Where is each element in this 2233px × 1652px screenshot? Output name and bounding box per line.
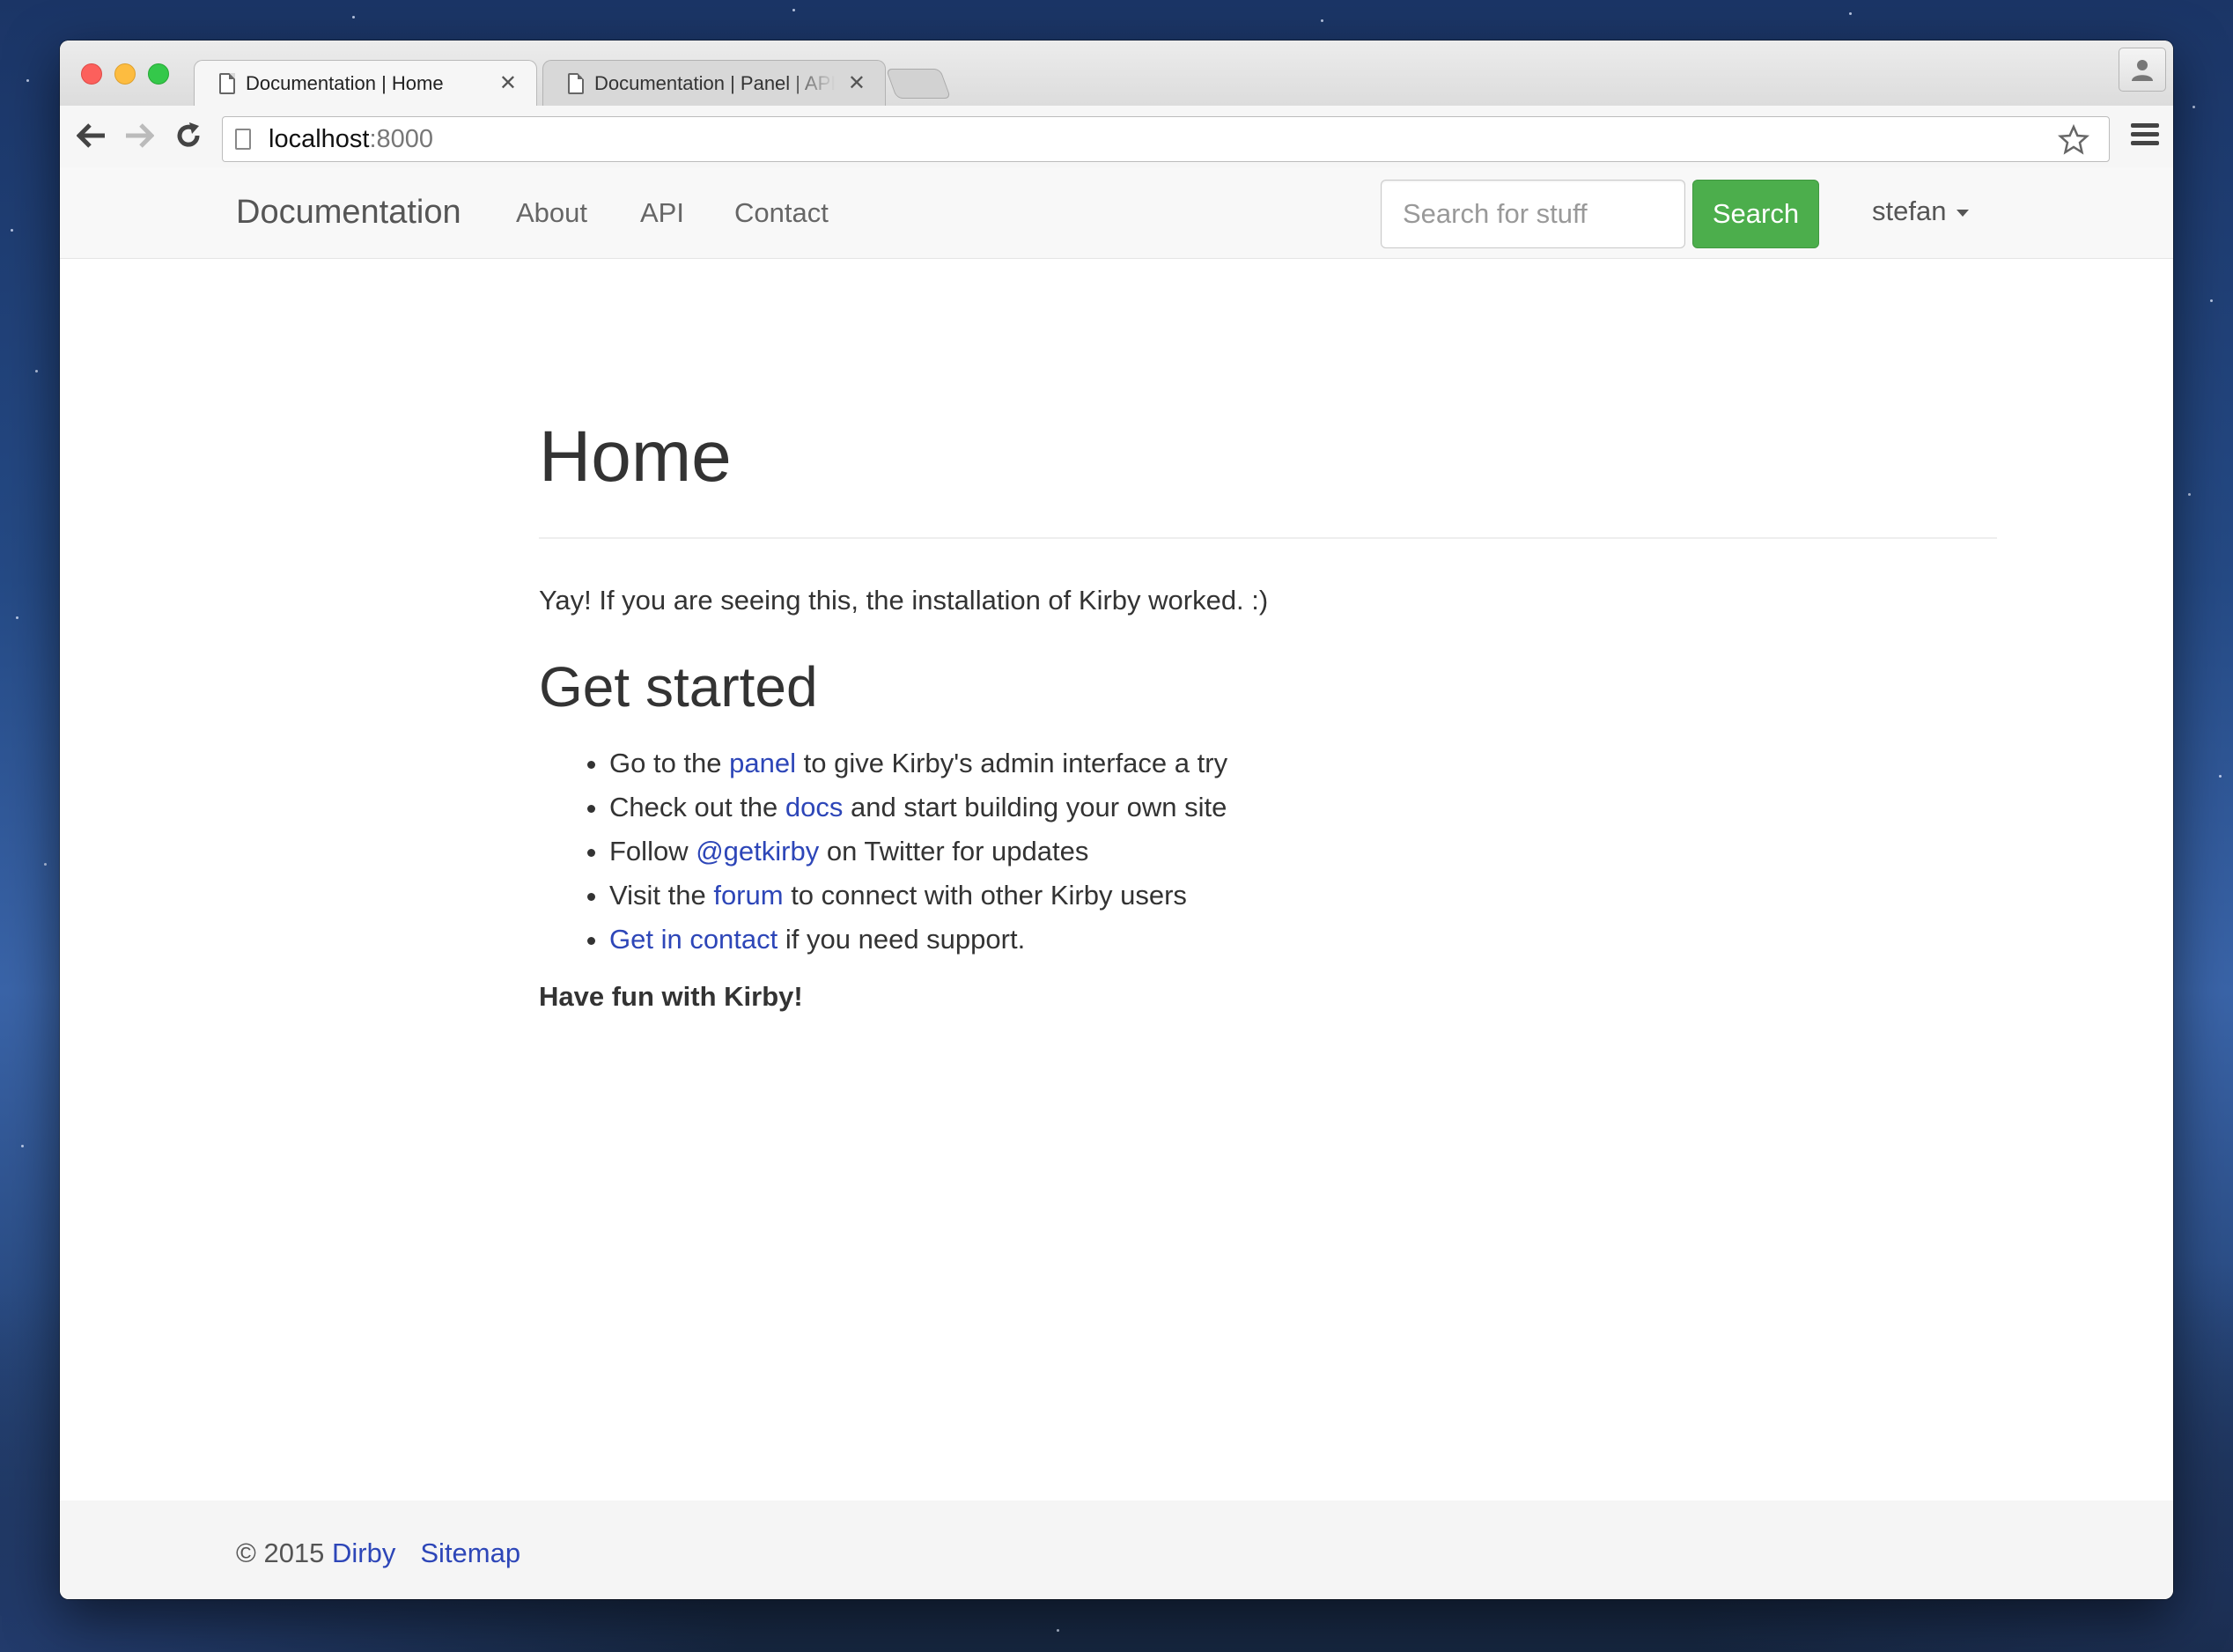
caret-down-icon: [1957, 210, 1970, 217]
twitter-link[interactable]: @getkirby: [696, 836, 819, 867]
page-title: Home: [539, 417, 732, 497]
intro-text: Yay! If you are seeing this, the install…: [539, 585, 1269, 616]
person-icon: [2132, 60, 2153, 81]
reload-icon: [177, 122, 200, 147]
forum-link[interactable]: forum: [713, 880, 783, 911]
hamburger-menu-icon[interactable]: [2131, 123, 2159, 150]
tab-title: Documentation | Panel | API: [594, 71, 836, 94]
list-item: Visit the forum to connect with other Ki…: [609, 874, 1997, 918]
title-divider: [539, 537, 1997, 539]
brand-link[interactable]: Documentation: [236, 194, 461, 232]
list-item: Check out the docs and start building yo…: [609, 785, 1997, 830]
zoom-window-button[interactable]: [148, 63, 169, 85]
url-host: localhost: [269, 124, 370, 153]
reload-button[interactable]: [169, 116, 208, 155]
tab-strip: Documentation | Home ✕ Documentation | P…: [60, 41, 2173, 106]
nav-link-about[interactable]: About: [516, 197, 587, 229]
closing-text: Have fun with Kirby!: [539, 981, 803, 1012]
copyright-text: © 2015: [236, 1538, 333, 1568]
tab-title: Documentation | Home: [246, 71, 444, 94]
search-input[interactable]: [1381, 180, 1685, 248]
sitemap-link[interactable]: Sitemap: [420, 1538, 520, 1569]
page-icon: [235, 129, 251, 150]
user-name: stefan: [1872, 195, 1947, 226]
search-button[interactable]: Search: [1692, 180, 1819, 248]
page-icon: [219, 72, 235, 94]
list-item: Get in contact if you need support.: [609, 918, 1997, 962]
dirby-link[interactable]: Dirby: [332, 1538, 395, 1569]
nav-link-contact[interactable]: Contact: [734, 197, 829, 229]
get-started-list: Go to the panel to give Kirby's admin in…: [539, 741, 1997, 962]
bookmark-star-icon[interactable]: [2057, 123, 2090, 160]
list-item: Go to the panel to give Kirby's admin in…: [609, 741, 1997, 785]
url-port: :8000: [369, 124, 434, 153]
minimize-window-button[interactable]: [114, 63, 136, 85]
close-tab-icon[interactable]: ✕: [848, 70, 866, 96]
contact-link[interactable]: Get in contact: [609, 924, 777, 955]
address-bar[interactable]: localhost:8000: [222, 116, 2110, 162]
user-dropdown[interactable]: stefan: [1872, 195, 1970, 227]
site-footer: © 2015 Dirby Sitemap: [60, 1501, 2173, 1599]
page-icon: [568, 72, 584, 94]
tab-documentation-panel-api[interactable]: Documentation | Panel | API ✕: [542, 60, 886, 106]
arrow-right-icon: [126, 123, 154, 148]
tab-documentation-home[interactable]: Documentation | Home ✕: [194, 60, 537, 106]
forward-button[interactable]: [120, 116, 158, 155]
arrow-left-icon: [77, 123, 105, 148]
list-item: Follow @getkirby on Twitter for updates: [609, 830, 1997, 874]
browser-window: Documentation | Home ✕ Documentation | P…: [60, 41, 2173, 1599]
docs-link[interactable]: docs: [785, 792, 843, 822]
close-window-button[interactable]: [81, 63, 102, 85]
profile-button[interactable]: [2119, 48, 2166, 92]
nav-link-api[interactable]: API: [640, 197, 684, 229]
section-title: Get started: [539, 655, 818, 719]
close-tab-icon[interactable]: ✕: [499, 70, 517, 96]
site-navbar: Documentation About API Contact Search s…: [60, 167, 2173, 259]
main-content: Home Yay! If you are seeing this, the in…: [539, 259, 1997, 1013]
new-tab-button[interactable]: [885, 69, 952, 99]
panel-link[interactable]: panel: [729, 748, 796, 778]
back-button[interactable]: [72, 116, 111, 155]
